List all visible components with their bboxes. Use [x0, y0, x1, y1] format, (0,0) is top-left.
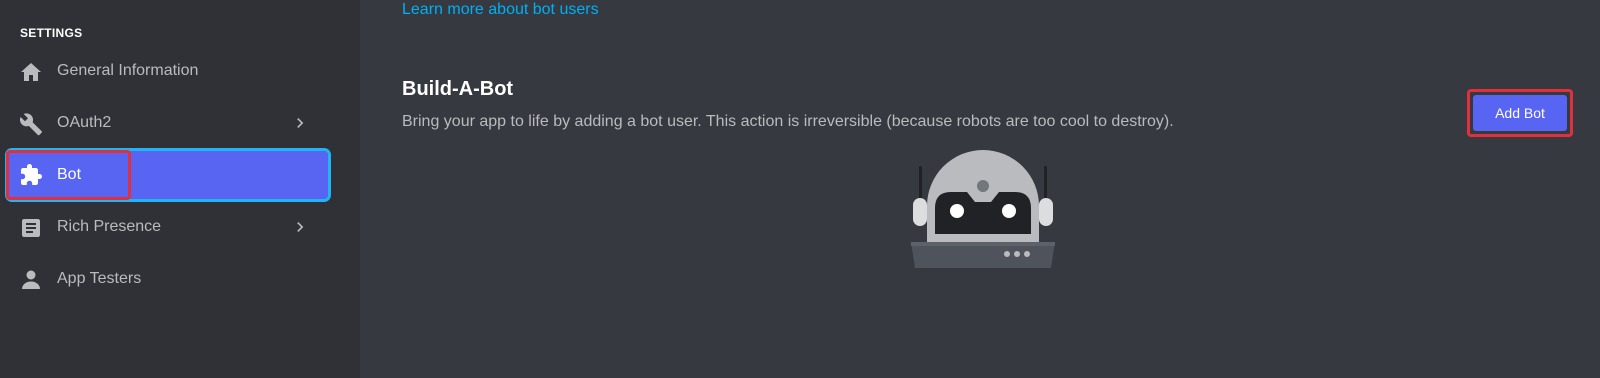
settings-section-title: SETTINGS [20, 26, 83, 40]
sidebar-item-bot[interactable]: Bot [5, 148, 331, 202]
sidebar-item-label: App Testers [57, 270, 142, 287]
sidebar-item-label: General Information [57, 62, 199, 79]
home-icon [19, 60, 43, 84]
build-a-bot-description: Bring your app to life by adding a bot u… [402, 113, 1174, 130]
settings-sidebar: SETTINGS General Information OAuth2 Bot [0, 0, 360, 378]
robot-illustration [911, 150, 1055, 268]
document-icon [19, 216, 43, 240]
build-a-bot-title: Build-A-Bot [402, 78, 514, 100]
sidebar-item-label: Rich Presence [57, 218, 162, 235]
puzzle-icon [19, 163, 43, 187]
add-bot-highlight-box: Add Bot [1467, 89, 1573, 137]
add-bot-button[interactable]: Add Bot [1473, 95, 1567, 131]
app-window: SETTINGS General Information OAuth2 Bot [0, 0, 1600, 378]
wrench-icon [19, 112, 43, 136]
learn-more-link[interactable]: Learn more about bot users [402, 1, 599, 19]
main-content: Learn more about bot users Build-A-Bot B… [360, 0, 1600, 378]
user-icon [19, 268, 43, 292]
sidebar-item-label: Bot [57, 166, 82, 183]
sidebar-item-app-testers[interactable]: App Testers [8, 256, 328, 302]
sidebar-item-general-information[interactable]: General Information [8, 48, 328, 94]
sidebar-item-rich-presence[interactable]: Rich Presence [8, 204, 328, 250]
chevron-right-icon [290, 113, 310, 133]
chevron-right-icon [290, 217, 310, 237]
sidebar-item-oauth2[interactable]: OAuth2 [8, 100, 328, 146]
sidebar-item-label: OAuth2 [57, 114, 112, 131]
